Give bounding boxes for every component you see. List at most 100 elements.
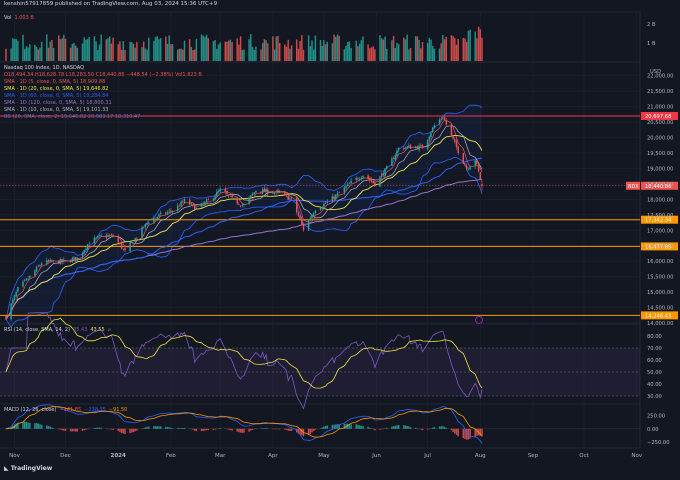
- volume-bar-84: [206, 35, 207, 61]
- candle-body-161: [391, 158, 392, 165]
- macd-hist-bar-98: [240, 429, 241, 433]
- macd-hist-bar-127: [310, 429, 311, 434]
- volume-bar-129: [313, 50, 314, 61]
- candle-body-71: [177, 205, 178, 210]
- candle-body-170: [410, 145, 411, 148]
- candle-body-139: [337, 193, 338, 195]
- x-tick-label-4: Mar: [215, 453, 226, 459]
- volume-bar-200: [481, 38, 482, 61]
- volume-bar-194: [468, 31, 469, 61]
- volume-bar-148: [359, 44, 360, 61]
- macd-value-3: −91.50: [109, 407, 128, 413]
- candle-body-58: [145, 224, 146, 227]
- macd-hist-bar-102: [250, 429, 251, 431]
- candle-body-102: [250, 195, 251, 198]
- volume-bar-95: [231, 42, 232, 61]
- macd-hist-bar-84: [206, 429, 207, 430]
- x-tick-label-7: Jun: [371, 453, 381, 459]
- candle-body-7: [24, 280, 25, 281]
- candle-body-132: [321, 207, 322, 209]
- volume-bar-62: [155, 37, 156, 61]
- rsi-legend-label: RSI (14, close, SMA, 14, 2): [4, 327, 70, 333]
- candle-body-85: [208, 199, 209, 200]
- volume-bar-182: [440, 43, 441, 61]
- volume-bar-137: [333, 34, 334, 61]
- candle-body-134: [325, 203, 326, 204]
- volume-bar-108: [264, 39, 265, 61]
- volume-bar-76: [189, 39, 190, 61]
- price-legend-line-3: SMA · 1D (20, close, 0, SMA, 5) 19,646.8…: [4, 86, 202, 93]
- volume-bar-88: [216, 49, 217, 61]
- volume-bar-37: [95, 41, 96, 61]
- candle-body-12: [36, 267, 37, 272]
- volume-bar-49: [123, 41, 124, 61]
- candle-body-145: [350, 181, 351, 183]
- candle-body-141: [344, 187, 345, 192]
- macd-hist-bar-85: [208, 429, 209, 430]
- volume-bar-186: [451, 35, 452, 61]
- macd-hist-bar-66: [165, 427, 166, 429]
- candle-body-35: [89, 244, 90, 245]
- macd-hist-bar-169: [408, 426, 409, 428]
- candle-body-137: [333, 197, 334, 200]
- volume-bar-193: [466, 42, 467, 61]
- candle-body-39: [99, 235, 100, 236]
- macd-hist-bar-190: [457, 429, 458, 437]
- volume-tick-1: 1 B: [647, 41, 656, 47]
- candle-body-168: [406, 146, 407, 148]
- candle-body-100: [243, 205, 244, 206]
- volume-bar-101: [248, 39, 249, 61]
- candle-body-9: [27, 279, 28, 280]
- candle-body-76: [189, 200, 190, 205]
- candle-body-180: [434, 125, 435, 128]
- rsi-settings-icon[interactable]: ⌀: [108, 327, 111, 333]
- candle-body-172: [417, 147, 418, 150]
- volume-bar-127: [310, 46, 311, 61]
- volume-bar-36: [94, 36, 95, 61]
- volume-bar-20: [53, 48, 54, 61]
- chart-stage[interactable]: 20,697.6817,342.3416,477.8914,246.43NDX1…: [0, 0, 680, 476]
- candle-body-42: [107, 235, 108, 237]
- candle-body-114: [277, 190, 278, 191]
- candle-body-169: [408, 145, 409, 146]
- candle-body-126: [308, 220, 309, 231]
- candle-body-165: [398, 148, 399, 150]
- macd-hist-bar-182: [440, 426, 441, 429]
- volume-bar-168: [406, 35, 407, 61]
- candle-body-116: [284, 193, 285, 194]
- macd-hist-bar-97: [238, 429, 239, 432]
- macd-hist-bar-135: [327, 426, 328, 429]
- volume-bar-7: [24, 49, 25, 61]
- candle-body-11: [34, 270, 35, 275]
- macd-hist-bar-20: [53, 428, 54, 429]
- volume-bar-125: [303, 50, 304, 61]
- candle-body-27: [72, 258, 73, 262]
- candle-body-140: [338, 192, 339, 193]
- candle-body-160: [386, 166, 387, 168]
- macd-hist-bar-170: [410, 427, 411, 429]
- candle-body-59: [146, 223, 147, 224]
- volume-bar-150: [362, 36, 363, 61]
- x-tick-label-3: Feb: [166, 453, 176, 459]
- volume-bar-85: [208, 38, 209, 61]
- candle-body-88: [216, 192, 217, 197]
- volume-bar-16: [46, 34, 47, 61]
- macd-hist-bar-12: [36, 423, 37, 429]
- volume-bar-53: [133, 44, 134, 61]
- macd-hist-bar-86: [213, 429, 214, 430]
- volume-bar-41: [106, 39, 107, 61]
- candle-body-94: [230, 196, 231, 197]
- level-tag-label-0: 20,697.68: [645, 114, 671, 120]
- macd-hist-bar-67: [167, 427, 168, 429]
- macd-hist-bar-29: [75, 429, 76, 432]
- candle-body-61: [153, 218, 154, 223]
- price-tick-label-4: 20,000.00: [647, 136, 673, 142]
- volume-bar-35: [89, 37, 90, 61]
- candle-body-122: [298, 212, 299, 216]
- candle-body-153: [371, 180, 372, 182]
- volume-bar-65: [160, 38, 161, 61]
- macd-hist-bar-107: [262, 428, 263, 429]
- macd-hist-bar-82: [202, 429, 203, 431]
- macd-hist-bar-163: [395, 426, 396, 429]
- rsi-legend: RSI (14, close, SMA, 14, 2)35.4343.55⌀: [4, 327, 114, 334]
